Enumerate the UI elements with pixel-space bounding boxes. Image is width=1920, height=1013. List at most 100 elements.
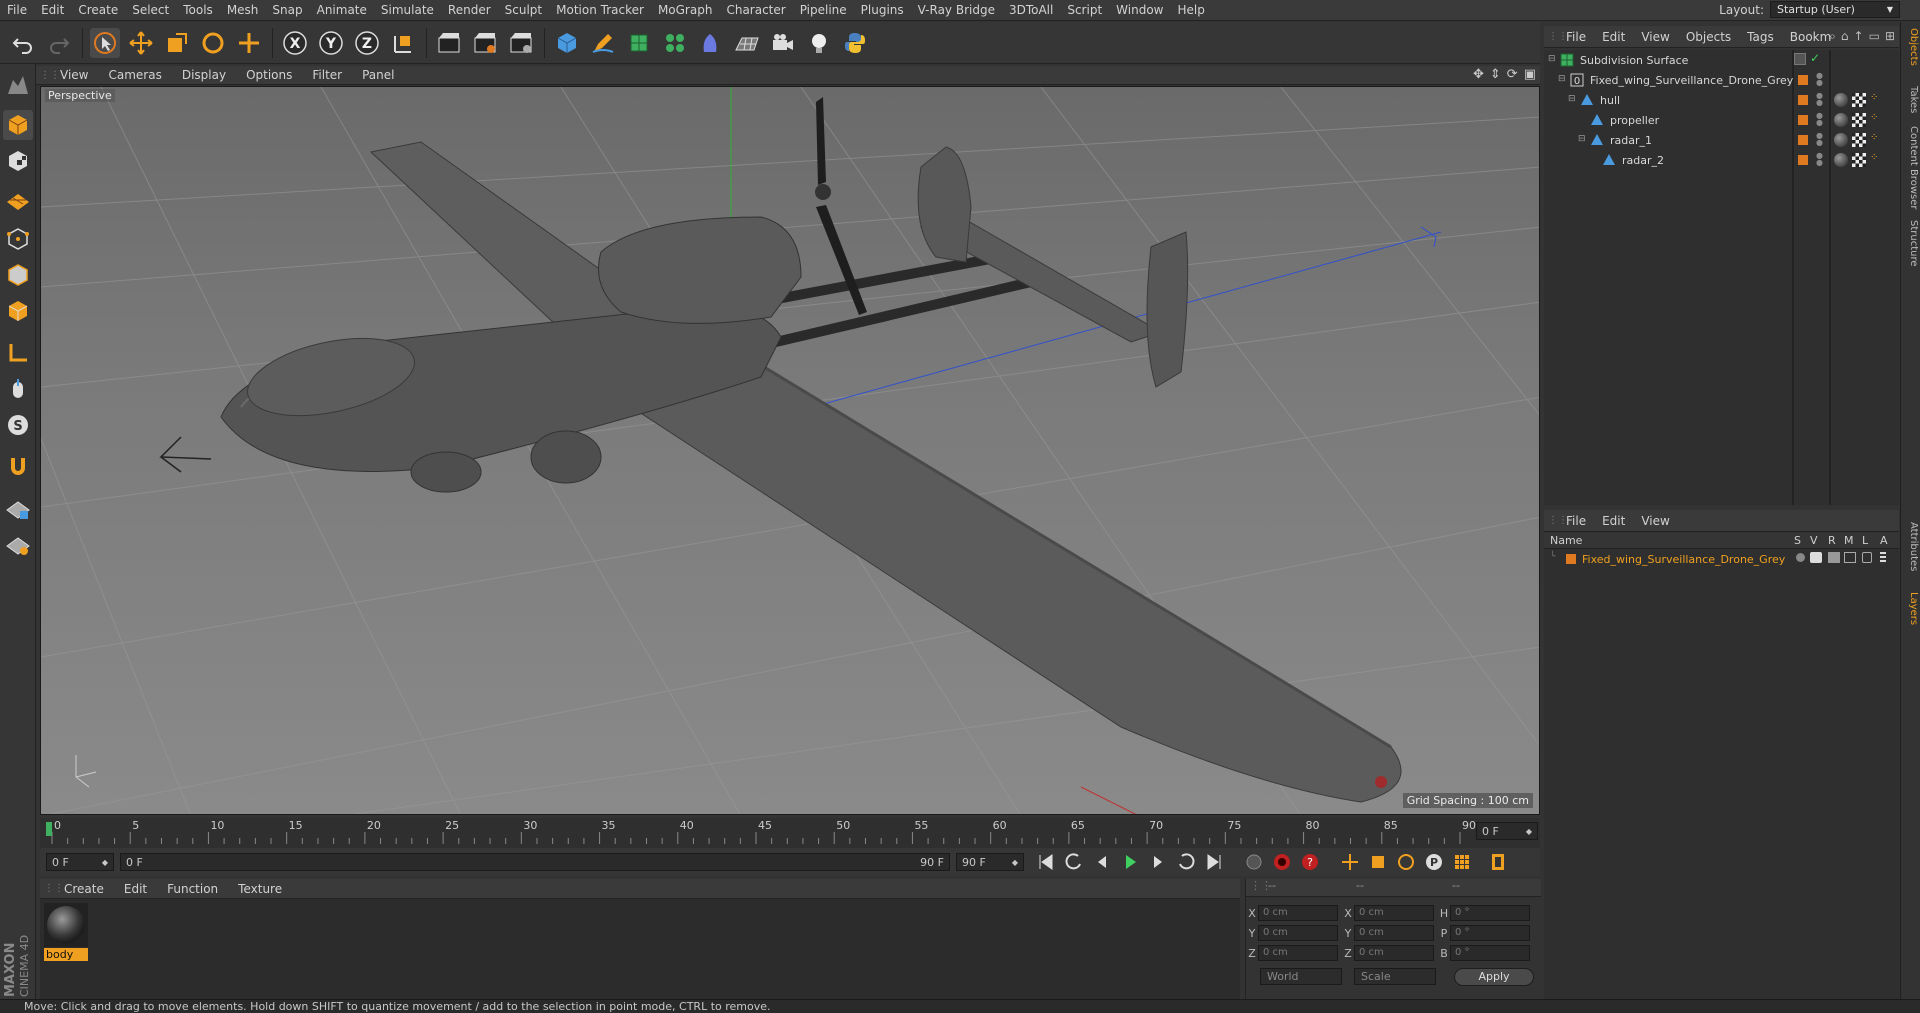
move-icon[interactable]	[126, 28, 156, 58]
rotation-h-field[interactable]: 0 °	[1450, 905, 1530, 921]
go-to-end-icon[interactable]	[1202, 850, 1226, 874]
material-menu-create[interactable]: Create	[54, 882, 114, 896]
go-to-start-icon[interactable]	[1034, 850, 1058, 874]
object-row-radar-2[interactable]: radar_2 ● ● ⁘	[1544, 150, 1899, 170]
side-tab-attributes[interactable]: Attributes	[1903, 522, 1919, 571]
collapse-toggle-icon[interactable]: ⊟	[1568, 94, 1576, 104]
manager-icon[interactable]	[1844, 552, 1856, 563]
layer-row[interactable]: └ Fixed_wing_Surveillance_Drone_Grey	[1544, 549, 1899, 569]
object-menu-tags[interactable]: Tags	[1739, 30, 1782, 44]
object-row-radar-1[interactable]: ⊟ radar_1 ● ● ⁘	[1544, 130, 1899, 150]
pen-icon[interactable]	[588, 28, 618, 58]
frame-range-slider[interactable]: 0 F 90 F	[120, 853, 950, 871]
up-arrow-icon[interactable]: ↑	[1854, 29, 1864, 44]
side-tab-content-browser[interactable]: Content Browser	[1903, 126, 1919, 209]
material-swatch[interactable]: body	[44, 903, 88, 961]
menu-simulate[interactable]: Simulate	[374, 0, 441, 21]
visibility-dots-icon[interactable]: ● ●	[1816, 152, 1823, 167]
minimize-icon[interactable]: ▭	[1869, 29, 1880, 44]
layer-col-locked[interactable]: L	[1862, 534, 1868, 547]
z-axis-icon[interactable]: Z	[352, 28, 382, 58]
key-rotation-icon[interactable]	[1394, 850, 1418, 874]
previous-keyframe-icon[interactable]	[1062, 850, 1086, 874]
viewport-zoom-icon[interactable]: ⇕	[1490, 67, 1501, 82]
points-mode-icon[interactable]	[3, 224, 33, 254]
material-menu-texture[interactable]: Texture	[228, 882, 292, 896]
key-scale-icon[interactable]	[1366, 850, 1390, 874]
object-menu-objects[interactable]: Objects	[1678, 30, 1739, 44]
next-frame-icon[interactable]	[1146, 850, 1170, 874]
coord-mode-select[interactable]: Scale	[1354, 968, 1436, 985]
magnet-icon[interactable]	[3, 452, 33, 482]
object-row-hull[interactable]: ⊟ hull ● ● ⁘	[1544, 90, 1899, 110]
workplane-icon[interactable]	[3, 182, 33, 212]
start-frame-field[interactable]: 0 F ◆	[46, 853, 114, 871]
collapse-toggle-icon[interactable]: ⊟	[1578, 134, 1586, 144]
menu-plugins[interactable]: Plugins	[854, 0, 911, 21]
apply-button[interactable]: Apply	[1454, 968, 1534, 986]
x-axis-icon[interactable]: X	[280, 28, 310, 58]
coordinate-system-icon[interactable]	[388, 28, 418, 58]
layer-menu-file[interactable]: File	[1558, 514, 1594, 528]
material-tag-icon[interactable]	[1834, 93, 1848, 107]
grid-snap-icon[interactable]	[3, 530, 33, 560]
key-parameter-icon[interactable]: P	[1422, 850, 1446, 874]
object-menu-edit[interactable]: Edit	[1594, 30, 1633, 44]
polygons-mode-icon[interactable]	[3, 296, 33, 326]
phong-tag-icon[interactable]: ⁘	[1870, 112, 1878, 123]
layout-select[interactable]: Startup (User) ▼	[1770, 1, 1900, 18]
make-editable-icon[interactable]	[3, 70, 33, 100]
visibility-dots-icon[interactable]: ● ●	[1816, 112, 1823, 127]
rotation-p-field[interactable]: 0 °	[1450, 925, 1530, 941]
tweak-mode-icon[interactable]	[3, 374, 33, 404]
layer-col-name[interactable]: Name	[1550, 534, 1582, 547]
menu-sculpt[interactable]: Sculpt	[498, 0, 549, 21]
move-plus-icon[interactable]	[234, 28, 264, 58]
menu-help[interactable]: Help	[1170, 0, 1211, 21]
coord-space-select[interactable]: World	[1260, 968, 1342, 985]
visibility-dots-icon[interactable]: ● ●	[1816, 132, 1823, 147]
render-view-icon[interactable]	[434, 28, 464, 58]
render-picture-viewer-icon[interactable]	[470, 28, 500, 58]
3d-viewport[interactable]: Perspective Grid Spacing : 100 cm	[40, 86, 1540, 815]
layer-color-swatch[interactable]	[1798, 95, 1808, 105]
snap-icon[interactable]: S	[3, 410, 33, 440]
viewport-rotate-icon[interactable]: ⟳	[1507, 67, 1518, 82]
menu-script[interactable]: Script	[1060, 0, 1109, 21]
menu-select[interactable]: Select	[125, 0, 176, 21]
search-icon[interactable]: ⌕	[1829, 29, 1836, 44]
viewport-menu-view[interactable]: View	[50, 68, 98, 82]
play-icon[interactable]	[1118, 850, 1142, 874]
material-menu-function[interactable]: Function	[157, 882, 228, 896]
viewport-menu-panel[interactable]: Panel	[352, 68, 404, 82]
viewport-menu-options[interactable]: Options	[236, 68, 302, 82]
layer-color-swatch[interactable]	[1798, 115, 1808, 125]
viewport-menu-display[interactable]: Display	[172, 68, 236, 82]
collapse-toggle-icon[interactable]: ⊟	[1548, 54, 1556, 64]
solo-icon[interactable]	[1796, 553, 1805, 562]
menu-pipeline[interactable]: Pipeline	[793, 0, 854, 21]
edges-mode-icon[interactable]	[3, 260, 33, 290]
select-arrow-icon[interactable]	[90, 28, 120, 58]
layer-icon[interactable]	[1794, 53, 1806, 65]
grid-lock-icon[interactable]	[3, 494, 33, 524]
size-z-field[interactable]: 0 cm	[1354, 945, 1434, 961]
menu-3dtoall[interactable]: 3DToAll	[1002, 0, 1060, 21]
viewport-layout-icon[interactable]: ▣	[1524, 67, 1536, 82]
side-tab-objects[interactable]: Objects	[1903, 28, 1919, 66]
side-tab-layers[interactable]: Layers	[1903, 592, 1919, 625]
record-keys-icon[interactable]	[1242, 850, 1266, 874]
position-x-field[interactable]: 0 cm	[1258, 905, 1338, 921]
edit-render-settings-icon[interactable]	[506, 28, 536, 58]
object-row-drone[interactable]: ⊟ 0 Fixed_wing_Surveillance_Drone_Grey ●…	[1544, 70, 1899, 90]
layer-col-solo[interactable]: S	[1794, 534, 1801, 547]
layer-color-swatch[interactable]	[1798, 135, 1808, 145]
object-menu-file[interactable]: File	[1558, 30, 1594, 44]
model-mode-icon[interactable]	[3, 110, 33, 140]
texture-tag-icon[interactable]	[1852, 113, 1866, 127]
previous-frame-icon[interactable]	[1090, 850, 1114, 874]
menu-vray-bridge[interactable]: V-Ray Bridge	[911, 0, 1002, 21]
axis-mode-icon[interactable]	[3, 338, 33, 368]
phong-tag-icon[interactable]: ⁘	[1870, 152, 1878, 163]
layer-col-render[interactable]: R	[1828, 534, 1836, 547]
